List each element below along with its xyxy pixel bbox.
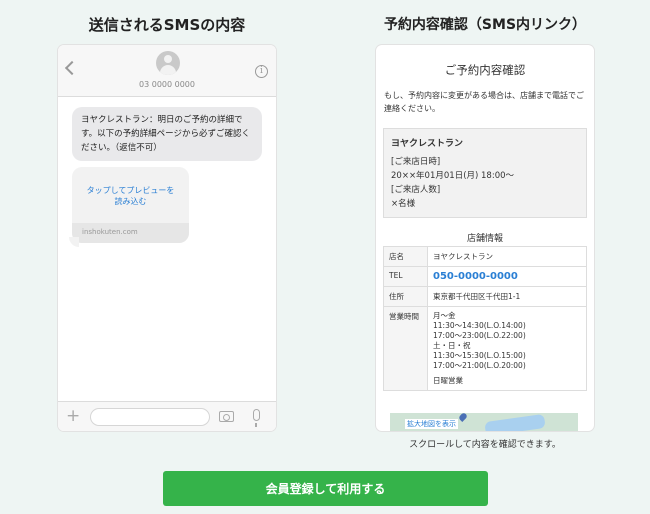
hours-line: 月〜金 — [433, 311, 456, 320]
hours-line: 17:00〜23:00(L.O.22:00) — [433, 331, 526, 340]
hours-line: 土・日・祝 — [433, 341, 471, 350]
hours-line: 11:30〜14:30(L.O.14:00) — [433, 321, 526, 330]
panel-title: ご予約内容確認 — [444, 63, 526, 77]
sms-message-bubble: ヨヤクレストラン：明日のご予約の詳細です。以下の予約詳細ページから必ずご確認くだ… — [72, 107, 262, 161]
people-value: ×名様 — [391, 199, 416, 209]
date-label: [ご来店日時] — [391, 157, 441, 167]
reservation-restaurant: ヨヤクレストラン — [391, 139, 464, 149]
hours-label: 営業時間 — [383, 306, 428, 391]
shop-info-heading: 店舗情報 — [466, 234, 503, 244]
table-row: 営業時間 月〜金 11:30〜14:30(L.O.14:00) 17:00〜23… — [383, 306, 587, 391]
tel-cell: 050-0000-0000 — [427, 266, 587, 287]
phone-mockup: 03 0000 0000 i ヨヤクレストラン：明日のご予約の詳細です。以下の予… — [58, 45, 276, 431]
hours-line: 17:00〜21:00(L.O.20:00) — [433, 361, 526, 370]
preview-tap-text: タップしてプレビューを 読み込む — [72, 185, 189, 207]
address-label: 住所 — [383, 286, 428, 307]
table-row: TEL 050-0000-0000 — [383, 266, 587, 287]
map-pin-icon — [458, 412, 468, 422]
enlarge-map-link[interactable]: 拡大地図を表示 — [405, 419, 458, 429]
preview-text-line-1: タップしてプレビューを — [86, 186, 175, 195]
holiday-note: 日曜営業 — [433, 376, 463, 385]
table-row: 住所 東京都千代田区千代田1-1 — [383, 286, 587, 307]
microphone-icon[interactable] — [253, 409, 260, 427]
name-label: 店名 — [383, 246, 428, 267]
table-row: 店名 ヨヤクレストラン — [383, 246, 587, 267]
hours-line: 11:30〜15:30(L.O.15:00) — [433, 351, 526, 360]
change-note: もし、予約内容に変更がある場合は、店舗まで電話でご連絡ください。 — [384, 91, 584, 113]
bubble-tail — [69, 237, 79, 247]
contact-avatar-icon — [156, 51, 180, 75]
link-preview-card[interactable]: タップしてプレビューを 読み込む inshokuten.com — [72, 167, 189, 243]
tel-label: TEL — [383, 266, 428, 287]
tel-link[interactable]: 050-0000-0000 — [433, 271, 518, 282]
date-value: 20××年01月01日(月) 18:00〜 — [391, 171, 515, 181]
message-input[interactable] — [90, 408, 210, 426]
shop-map[interactable]: 拡大地図を表示 — [390, 412, 578, 431]
shop-info-table: 店名 ヨヤクレストラン TEL 050-0000-0000 住所 東京都千代田区… — [383, 246, 587, 391]
phone-header: 03 0000 0000 i — [58, 45, 276, 97]
reservation-panel[interactable]: ご予約内容確認 もし、予約内容に変更がある場合は、店舗まで電話でご連絡ください。… — [376, 45, 594, 431]
preview-domain: inshokuten.com — [72, 223, 189, 243]
phone-compose-bar: + — [58, 401, 276, 431]
register-button[interactable]: 会員登録して利用する — [163, 471, 488, 506]
sender-phone-number: 03 0000 0000 — [139, 80, 195, 89]
sms-section-title: 送信されるSMSの内容 — [88, 16, 246, 34]
camera-icon[interactable] — [219, 411, 234, 422]
address-value: 東京都千代田区千代田1-1 — [427, 286, 587, 307]
plus-icon[interactable]: + — [66, 407, 80, 425]
map-river — [484, 413, 546, 431]
reservation-summary: ヨヤクレストラン [ご来店日時] 20××年01月01日(月) 18:00〜 [… — [383, 128, 587, 218]
reservation-section-title: 予約内容確認（SMS内リンク） — [383, 17, 587, 33]
hours-value: 月〜金 11:30〜14:30(L.O.14:00) 17:00〜23:00(L… — [427, 306, 587, 391]
back-chevron-icon[interactable] — [64, 60, 80, 76]
people-label: [ご来店人数] — [391, 185, 441, 195]
name-value: ヨヤクレストラン — [427, 246, 587, 267]
info-icon[interactable]: i — [255, 65, 268, 78]
scroll-note: スクロールして内容を確認できます。 — [409, 440, 561, 450]
preview-text-line-2: 読み込む — [114, 197, 147, 206]
